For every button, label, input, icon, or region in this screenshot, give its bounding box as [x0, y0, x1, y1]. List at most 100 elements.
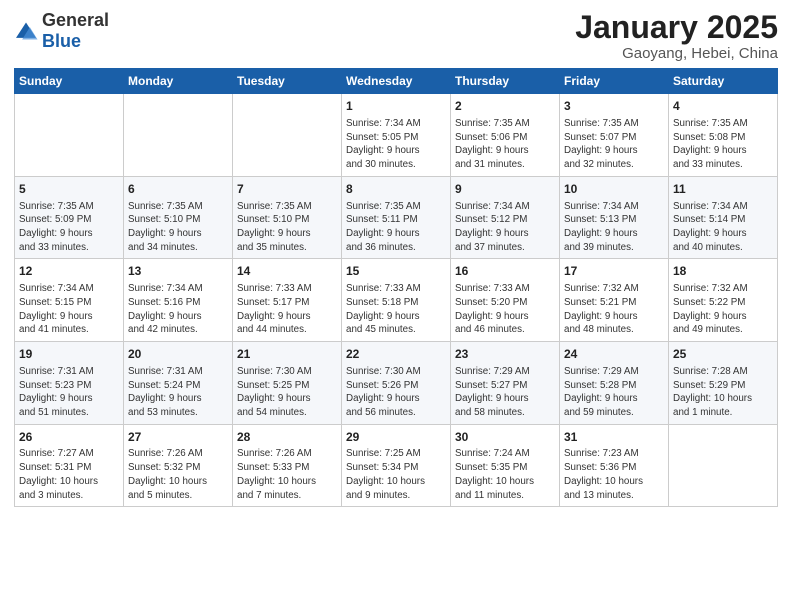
location-title: Gaoyang, Hebei, China [575, 45, 778, 62]
calendar-cell: 15 Sunrise: 7:33 AM Sunset: 5:18 PM Dayli… [342, 259, 451, 342]
day-info: Sunrise: 7:31 AM Sunset: 5:24 PM Dayligh… [128, 365, 228, 420]
day-info: Sunrise: 7:35 AM Sunset: 5:08 PM Dayligh… [673, 117, 773, 172]
calendar-cell: 17Sunrise: 7:32 AM Sunset: 5:21 PM Dayli… [560, 259, 669, 342]
calendar-cell: 18 Sunrise: 7:32 AM Sunset: 5:22 PM Dayli… [669, 259, 778, 342]
day-info: Sunrise: 7:34 AM Sunset: 5:16 PM Dayligh… [128, 282, 228, 337]
day-number: 27 [128, 429, 228, 446]
day-info: Sunrise: 7:34 AM Sunset: 5:12 PM Dayligh… [455, 200, 555, 255]
calendar-cell: 27Sunrise: 7:26 AM Sunset: 5:32 PM Dayli… [124, 424, 233, 507]
day-number: 22 [346, 346, 446, 363]
calendar-cell: 31Sunrise: 7:23 AM Sunset: 5:36 PM Dayli… [560, 424, 669, 507]
calendar-cell: 1 Sunrise: 7:34 AM Sunset: 5:05 PM Daylig… [342, 94, 451, 177]
day-info: Sunrise: 7:34 AM Sunset: 5:13 PM Dayligh… [564, 200, 664, 255]
day-number: 14 [237, 263, 337, 280]
day-number: 24 [564, 346, 664, 363]
calendar-cell: 10 Sunrise: 7:34 AM Sunset: 5:13 PM Dayli… [560, 176, 669, 259]
col-tuesday: Tuesday [233, 69, 342, 94]
day-info: Sunrise: 7:29 AM Sunset: 5:28 PM Dayligh… [564, 365, 664, 420]
calendar-table: Sunday Monday Tuesday Wednesday Thursday… [14, 68, 778, 507]
day-info: Sunrise: 7:34 AM Sunset: 5:15 PM Dayligh… [19, 282, 119, 337]
day-number: 23 [455, 346, 555, 363]
calendar-week-4: 19Sunrise: 7:31 AM Sunset: 5:23 PM Dayli… [15, 342, 778, 425]
day-info: Sunrise: 7:33 AM Sunset: 5:18 PM Dayligh… [346, 282, 446, 337]
day-info: Sunrise: 7:30 AM Sunset: 5:25 PM Dayligh… [237, 365, 337, 420]
col-thursday: Thursday [451, 69, 560, 94]
logo-blue: Blue [42, 31, 81, 51]
day-info: Sunrise: 7:35 AM Sunset: 5:10 PM Dayligh… [128, 200, 228, 255]
day-number: 29 [346, 429, 446, 446]
day-number: 1 [346, 98, 446, 115]
day-number: 19 [19, 346, 119, 363]
day-number: 30 [455, 429, 555, 446]
day-number: 13 [128, 263, 228, 280]
day-number: 21 [237, 346, 337, 363]
calendar-cell: 13 Sunrise: 7:34 AM Sunset: 5:16 PM Dayli… [124, 259, 233, 342]
calendar-cell: 2 Sunrise: 7:35 AM Sunset: 5:06 PM Daylig… [451, 94, 560, 177]
col-sunday: Sunday [15, 69, 124, 94]
calendar-cell: 12 Sunrise: 7:34 AM Sunset: 5:15 PM Dayli… [15, 259, 124, 342]
calendar-cell: 14 Sunrise: 7:33 AM Sunset: 5:17 PM Dayli… [233, 259, 342, 342]
day-info: Sunrise: 7:32 AM Sunset: 5:22 PM Dayligh… [673, 282, 773, 337]
calendar-week-2: 5 Sunrise: 7:35 AM Sunset: 5:09 PM Daylig… [15, 176, 778, 259]
day-info: Sunrise: 7:35 AM Sunset: 5:07 PM Dayligh… [564, 117, 664, 172]
day-info: Sunrise: 7:35 AM Sunset: 5:11 PM Dayligh… [346, 200, 446, 255]
calendar-cell: 28Sunrise: 7:26 AM Sunset: 5:33 PM Dayli… [233, 424, 342, 507]
day-number: 7 [237, 181, 337, 198]
day-number: 17 [564, 263, 664, 280]
day-info: Sunrise: 7:33 AM Sunset: 5:17 PM Dayligh… [237, 282, 337, 337]
calendar-cell: 26Sunrise: 7:27 AM Sunset: 5:31 PM Dayli… [15, 424, 124, 507]
col-wednesday: Wednesday [342, 69, 451, 94]
calendar-cell: 6 Sunrise: 7:35 AM Sunset: 5:10 PM Daylig… [124, 176, 233, 259]
calendar-week-3: 12 Sunrise: 7:34 AM Sunset: 5:15 PM Dayli… [15, 259, 778, 342]
calendar-week-1: 1 Sunrise: 7:34 AM Sunset: 5:05 PM Daylig… [15, 94, 778, 177]
logo-icon [14, 21, 38, 41]
day-number: 10 [564, 181, 664, 198]
day-info: Sunrise: 7:28 AM Sunset: 5:29 PM Dayligh… [673, 365, 773, 420]
day-info: Sunrise: 7:29 AM Sunset: 5:27 PM Dayligh… [455, 365, 555, 420]
day-number: 5 [19, 181, 119, 198]
calendar-cell: 7Sunrise: 7:35 AM Sunset: 5:10 PM Daylig… [233, 176, 342, 259]
calendar-cell: 5 Sunrise: 7:35 AM Sunset: 5:09 PM Daylig… [15, 176, 124, 259]
day-number: 12 [19, 263, 119, 280]
header-row: General Blue January 2025 Gaoyang, Hebei… [14, 10, 778, 62]
day-number: 25 [673, 346, 773, 363]
title-area: January 2025 Gaoyang, Hebei, China [575, 10, 778, 62]
day-number: 26 [19, 429, 119, 446]
day-number: 15 [346, 263, 446, 280]
day-info: Sunrise: 7:34 AM Sunset: 5:14 PM Dayligh… [673, 200, 773, 255]
col-saturday: Saturday [669, 69, 778, 94]
calendar-cell: 24 Sunrise: 7:29 AM Sunset: 5:28 PM Dayli… [560, 342, 669, 425]
day-number: 4 [673, 98, 773, 115]
calendar-cell: 16Sunrise: 7:33 AM Sunset: 5:20 PM Dayli… [451, 259, 560, 342]
calendar-week-5: 26Sunrise: 7:27 AM Sunset: 5:31 PM Dayli… [15, 424, 778, 507]
col-monday: Monday [124, 69, 233, 94]
calendar-cell: 21 Sunrise: 7:30 AM Sunset: 5:25 PM Dayli… [233, 342, 342, 425]
header-row-days: Sunday Monday Tuesday Wednesday Thursday… [15, 69, 778, 94]
day-info: Sunrise: 7:34 AM Sunset: 5:05 PM Dayligh… [346, 117, 446, 172]
calendar-cell: 20Sunrise: 7:31 AM Sunset: 5:24 PM Dayli… [124, 342, 233, 425]
day-number: 9 [455, 181, 555, 198]
logo: General Blue [14, 10, 109, 52]
calendar-cell: 11Sunrise: 7:34 AM Sunset: 5:14 PM Dayli… [669, 176, 778, 259]
day-info: Sunrise: 7:35 AM Sunset: 5:09 PM Dayligh… [19, 200, 119, 255]
calendar-cell [15, 94, 124, 177]
day-number: 2 [455, 98, 555, 115]
day-number: 8 [346, 181, 446, 198]
calendar-cell: 8 Sunrise: 7:35 AM Sunset: 5:11 PM Daylig… [342, 176, 451, 259]
calendar-cell: 3Sunrise: 7:35 AM Sunset: 5:07 PM Daylig… [560, 94, 669, 177]
day-info: Sunrise: 7:25 AM Sunset: 5:34 PM Dayligh… [346, 447, 446, 502]
logo-general: General [42, 10, 109, 30]
calendar-cell: 19Sunrise: 7:31 AM Sunset: 5:23 PM Dayli… [15, 342, 124, 425]
day-number: 18 [673, 263, 773, 280]
calendar-cell [233, 94, 342, 177]
day-info: Sunrise: 7:26 AM Sunset: 5:32 PM Dayligh… [128, 447, 228, 502]
col-friday: Friday [560, 69, 669, 94]
day-number: 6 [128, 181, 228, 198]
day-info: Sunrise: 7:30 AM Sunset: 5:26 PM Dayligh… [346, 365, 446, 420]
day-info: Sunrise: 7:23 AM Sunset: 5:36 PM Dayligh… [564, 447, 664, 502]
day-info: Sunrise: 7:35 AM Sunset: 5:06 PM Dayligh… [455, 117, 555, 172]
day-number: 31 [564, 429, 664, 446]
logo-text: General Blue [42, 10, 109, 52]
day-info: Sunrise: 7:26 AM Sunset: 5:33 PM Dayligh… [237, 447, 337, 502]
day-info: Sunrise: 7:27 AM Sunset: 5:31 PM Dayligh… [19, 447, 119, 502]
